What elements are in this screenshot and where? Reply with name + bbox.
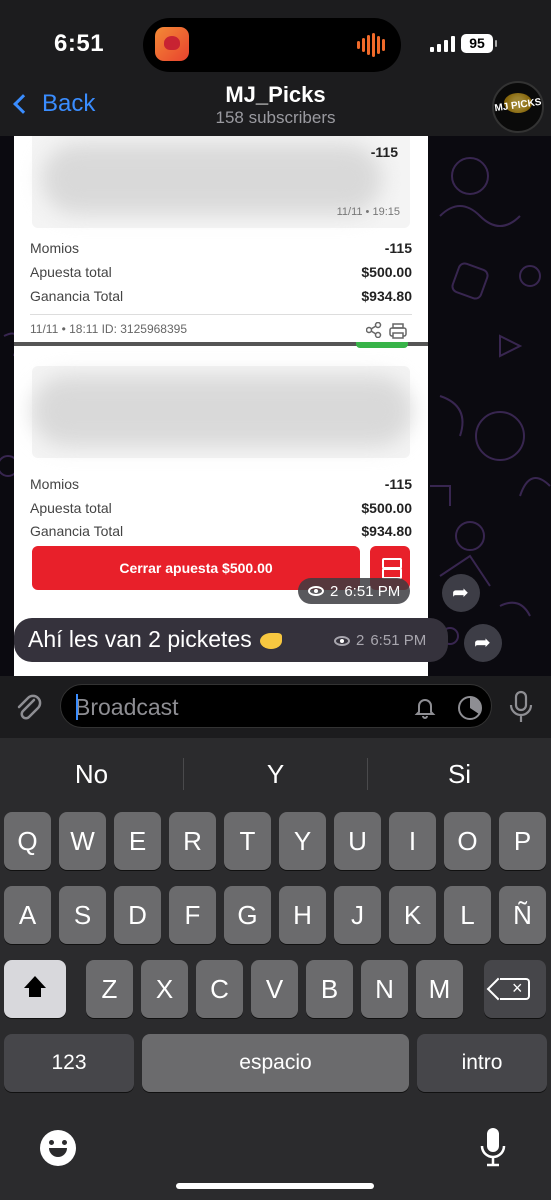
avatar-text: MJ PICKS	[493, 96, 543, 115]
key-enye[interactable]: Ñ	[499, 886, 546, 944]
channel-title[interactable]: MJ_Picks	[0, 82, 551, 108]
key-x[interactable]: X	[141, 960, 188, 1018]
forward-button[interactable]: ➦	[442, 574, 480, 612]
view-count: 2	[330, 582, 339, 600]
key-i[interactable]: I	[389, 812, 436, 870]
ticket-selection-box: -115 11/11 • 19:15	[32, 136, 410, 228]
now-playing-app-icon	[155, 27, 189, 61]
key-e[interactable]: E	[114, 812, 161, 870]
message-status: 2 6:51 PM	[334, 632, 426, 649]
subscriber-count: 158 subscribers	[215, 108, 336, 127]
status-bar: 6:51 95	[0, 0, 551, 80]
key-d[interactable]: D	[114, 886, 161, 944]
suggestion-item[interactable]: Si	[368, 750, 551, 798]
backspace-icon: ×	[500, 978, 530, 1000]
key-f[interactable]: F	[169, 886, 216, 944]
key-m[interactable]: M	[416, 960, 463, 1018]
key-k[interactable]: K	[389, 886, 436, 944]
key-a[interactable]: A	[4, 886, 51, 944]
green-tab	[356, 342, 408, 348]
ticket-1: Momios -115 Apuesta total $500.00 Ganancia…	[30, 240, 412, 340]
photo-status-chip: 2 6:51 PM	[298, 578, 411, 604]
cellular-signal-icon	[430, 36, 455, 52]
forward-button[interactable]: ➦	[464, 624, 502, 662]
message-list[interactable]: -115 11/11 • 19:15 Momios -115 Apuesta to…	[0, 136, 551, 676]
print-icon	[389, 323, 407, 339]
blurred-content	[42, 144, 382, 214]
chat-header: Back MJ_Picks 158 subscribers MJ PICKS	[0, 80, 551, 136]
message-time: 6:51 PM	[344, 582, 401, 600]
suggestion-item[interactable]: Y	[184, 750, 367, 798]
microphone-icon[interactable]	[508, 690, 534, 724]
share-icon	[366, 322, 382, 338]
selection-time: 11/11 • 19:15	[336, 206, 400, 218]
keyboard: No Y Si Q W E R T Y U I O P A S D F G H …	[0, 738, 551, 1200]
selection-odds: -115	[370, 144, 398, 160]
forward-arrow-icon: ➦	[474, 632, 491, 654]
audio-waveform-icon	[357, 33, 387, 57]
key-g[interactable]: G	[224, 886, 271, 944]
views-eye-icon	[334, 635, 350, 646]
compose-bar	[0, 676, 551, 738]
views-eye-icon	[308, 586, 324, 596]
emoji-keyboard-icon[interactable]	[40, 1130, 76, 1166]
suggestion-bar: No Y Si	[0, 750, 551, 798]
text-cursor	[76, 694, 78, 720]
key-n[interactable]: N	[361, 960, 408, 1018]
message-input[interactable]	[75, 685, 395, 729]
forward-arrow-icon: ➦	[452, 582, 469, 604]
key-q[interactable]: Q	[4, 812, 51, 870]
scheduled-timer-icon[interactable]	[457, 695, 483, 721]
key-b[interactable]: B	[306, 960, 353, 1018]
key-v[interactable]: V	[251, 960, 298, 1018]
dynamic-island[interactable]	[143, 18, 401, 72]
backspace-key[interactable]: ×	[484, 960, 546, 1018]
shift-key[interactable]	[4, 960, 66, 1018]
key-s[interactable]: S	[59, 886, 106, 944]
key-h[interactable]: H	[279, 886, 326, 944]
return-key[interactable]: intro	[417, 1034, 547, 1092]
key-z[interactable]: Z	[86, 960, 133, 1018]
suggestion-item[interactable]: No	[0, 750, 183, 798]
message-time: 6:51 PM	[370, 632, 427, 649]
channel-avatar[interactable]: MJ PICKS	[492, 81, 544, 133]
key-w[interactable]: W	[59, 812, 106, 870]
ticket-meta: 11/11 • 18:11 ID: 3125968395	[30, 322, 187, 336]
space-key[interactable]: espacio	[142, 1034, 409, 1092]
key-y[interactable]: Y	[279, 812, 326, 870]
key-c[interactable]: C	[196, 960, 243, 1018]
status-time: 6:51	[54, 30, 105, 57]
message-text: Ahí les van 2 picketes	[28, 626, 252, 652]
divider	[30, 314, 412, 315]
shift-arrow-stem	[29, 987, 41, 997]
hand-emoji-icon	[259, 632, 282, 649]
key-o[interactable]: O	[444, 812, 491, 870]
dictation-microphone-icon[interactable]	[480, 1126, 506, 1168]
key-p[interactable]: P	[499, 812, 546, 870]
blurred-content	[32, 376, 412, 446]
key-j[interactable]: J	[334, 886, 381, 944]
notification-bell-icon[interactable]	[413, 695, 437, 719]
view-count: 2	[356, 632, 365, 649]
numbers-key[interactable]: 123	[4, 1034, 134, 1092]
message-field-wrapper	[60, 684, 492, 729]
key-l[interactable]: L	[444, 886, 491, 944]
key-r[interactable]: R	[169, 812, 216, 870]
ticket-selection-box	[32, 366, 412, 458]
home-indicator[interactable]	[176, 1183, 374, 1189]
text-message-bubble[interactable]: Ahí les van 2 picketes 2 6:51 PM	[14, 618, 448, 662]
battery-icon: 95	[461, 34, 497, 53]
attach-paperclip-icon[interactable]	[14, 692, 42, 722]
key-u[interactable]: U	[334, 812, 381, 870]
key-t[interactable]: T	[224, 812, 271, 870]
